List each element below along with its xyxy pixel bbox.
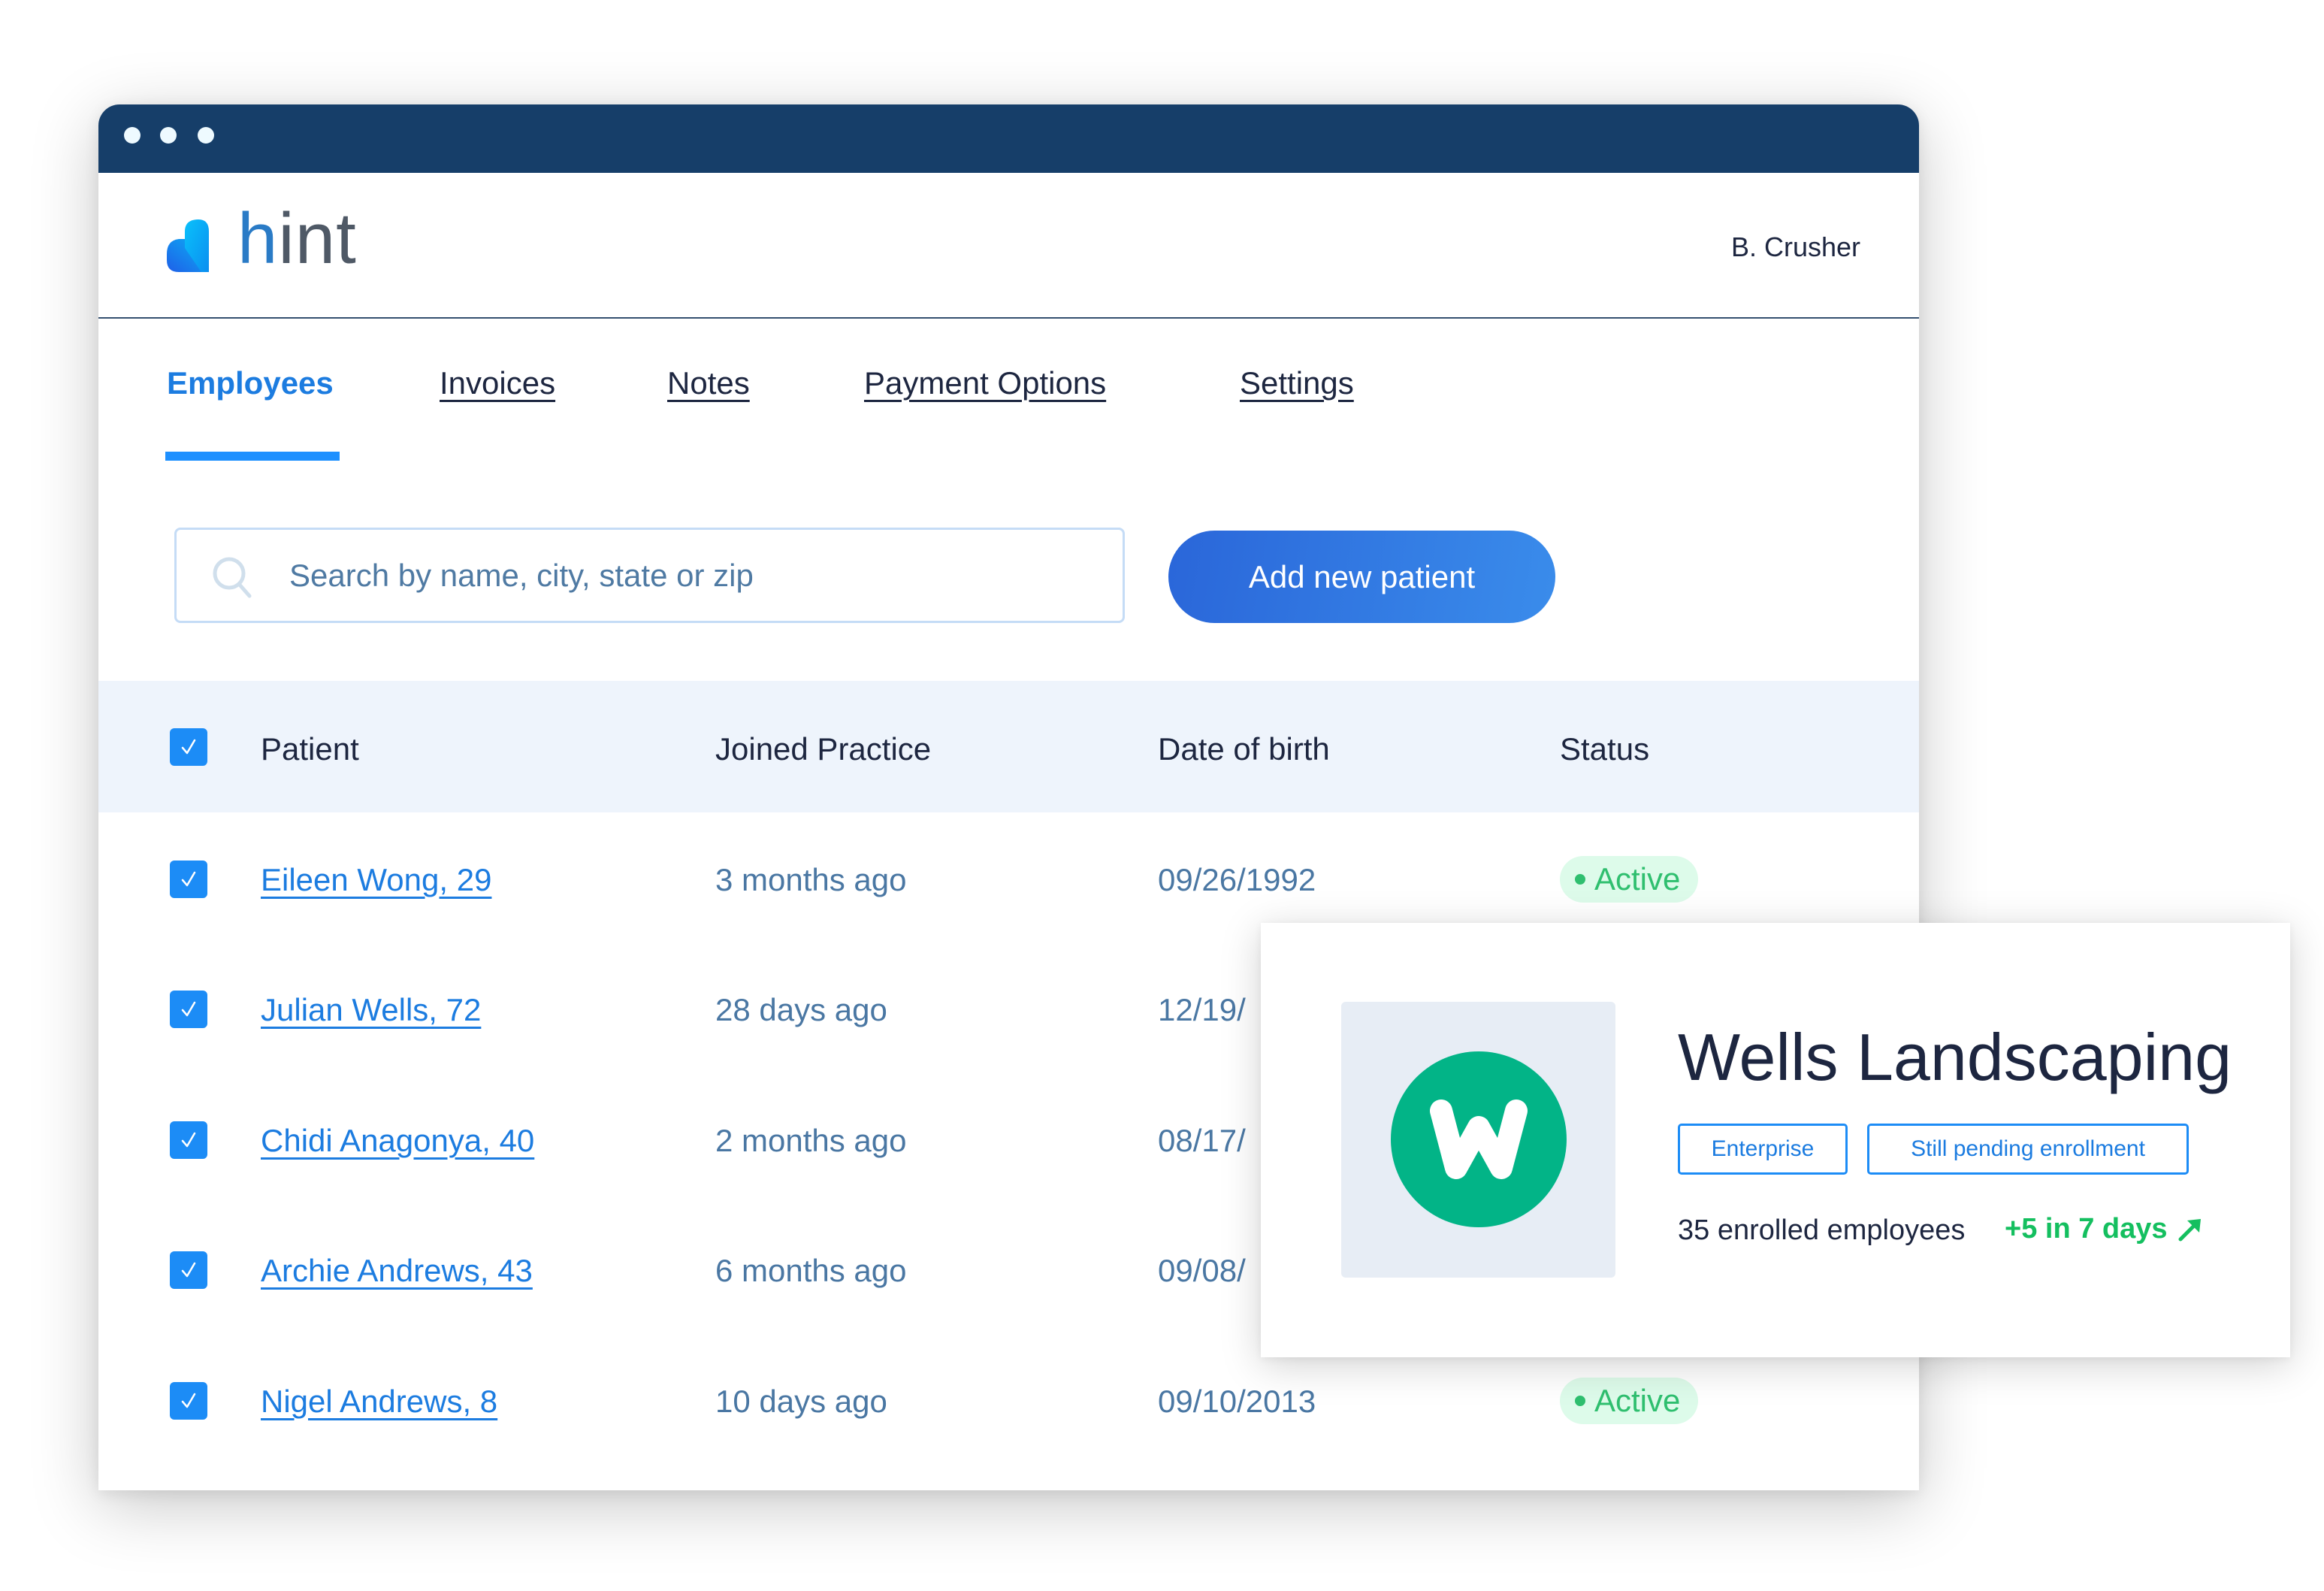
patient-name-link[interactable]: Archie Andrews, 43 <box>261 1253 533 1289</box>
company-logo-frame <box>1341 1002 1615 1278</box>
date-of-birth: 12/19/ <box>1158 992 1246 1027</box>
date-of-birth: 09/10/2013 <box>1158 1384 1316 1419</box>
patient-name-link[interactable]: Nigel Andrews, 8 <box>261 1384 497 1420</box>
joined-practice: 6 months ago <box>715 1253 907 1288</box>
date-of-birth: 09/08/ <box>1158 1253 1246 1288</box>
joined-practice: 3 months ago <box>715 862 907 897</box>
window-titlebar <box>98 104 1919 173</box>
joined-practice: 2 months ago <box>715 1123 907 1158</box>
date-of-birth: 09/26/1992 <box>1158 862 1316 897</box>
column-header-patient[interactable]: Patient <box>261 731 359 767</box>
enterprise-badge: Enterprise <box>1678 1124 1848 1175</box>
column-header-joined-practice[interactable]: Joined Practice <box>715 731 931 767</box>
patient-name-link[interactable]: Julian Wells, 72 <box>261 992 481 1028</box>
company-name: Wells Landscaping <box>1678 1020 2232 1094</box>
pending-enrollment-badge: Still pending enrollment <box>1867 1124 2189 1175</box>
row-checkbox[interactable] <box>170 1382 207 1420</box>
hint-logo-icon <box>167 219 209 272</box>
user-menu[interactable]: B. Crusher <box>1731 231 1860 263</box>
company-logo-icon <box>1391 1051 1567 1227</box>
app-header: hint B. Crusher <box>98 173 1919 319</box>
w-letter-icon <box>1430 1099 1528 1179</box>
growth-text: +5 in 7 days <box>2005 1213 2168 1245</box>
tab-settings[interactable]: Settings <box>1240 365 1354 401</box>
checkmark-icon <box>181 1001 196 1017</box>
tab-employees[interactable]: Employees <box>167 365 334 401</box>
enrolled-count: 35 enrolled employees <box>1678 1214 1966 1246</box>
patient-name-link[interactable]: Chidi Anagonya, 40 <box>261 1123 534 1159</box>
row-checkbox[interactable] <box>170 861 207 898</box>
status-badge: Active <box>1560 1378 1699 1424</box>
tab-bar: Employees Invoices Notes Payment Options… <box>98 319 1919 469</box>
tab-invoices[interactable]: Invoices <box>440 365 555 401</box>
select-all-checkbox[interactable] <box>170 728 207 766</box>
tab-notes[interactable]: Notes <box>667 365 750 401</box>
company-card[interactable]: Wells Landscaping Enterprise Still pendi… <box>1261 923 2290 1357</box>
window-dot-icon <box>198 127 214 144</box>
search-input[interactable] <box>289 530 1101 621</box>
status-badge: Active <box>1560 856 1699 903</box>
row-checkbox[interactable] <box>170 1121 207 1159</box>
checkmark-icon <box>181 1262 196 1278</box>
app-logo-text: hint <box>237 198 357 279</box>
arrow-up-right-icon <box>2178 1218 2201 1241</box>
checkmark-icon <box>181 871 196 887</box>
table-header: Patient Joined Practice Date of birth St… <box>98 681 1919 812</box>
active-tab-indicator <box>165 452 340 461</box>
joined-practice: 28 days ago <box>715 992 887 1027</box>
tab-payment-options[interactable]: Payment Options <box>864 365 1106 401</box>
checkmark-icon <box>181 739 196 755</box>
growth-indicator: +5 in 7 days <box>2005 1213 2204 1245</box>
add-new-patient-button[interactable]: Add new patient <box>1168 531 1555 623</box>
status-dot-icon <box>1575 1396 1585 1406</box>
status-dot-icon <box>1575 874 1585 885</box>
patient-name-link[interactable]: Eileen Wong, 29 <box>261 862 491 898</box>
column-header-status[interactable]: Status <box>1560 731 1649 767</box>
status-label: Active <box>1594 861 1681 897</box>
column-header-date-of-birth[interactable]: Date of birth <box>1158 731 1330 767</box>
window-dot-icon <box>160 127 177 144</box>
date-of-birth: 08/17/ <box>1158 1123 1246 1158</box>
joined-practice: 10 days ago <box>715 1384 887 1419</box>
row-checkbox[interactable] <box>170 991 207 1028</box>
checkmark-icon <box>181 1393 196 1408</box>
checkmark-icon <box>181 1132 196 1148</box>
window-dot-icon <box>124 127 141 144</box>
search-box <box>174 528 1125 623</box>
status-label: Active <box>1594 1383 1681 1418</box>
search-icon <box>213 557 252 598</box>
row-checkbox[interactable] <box>170 1251 207 1289</box>
